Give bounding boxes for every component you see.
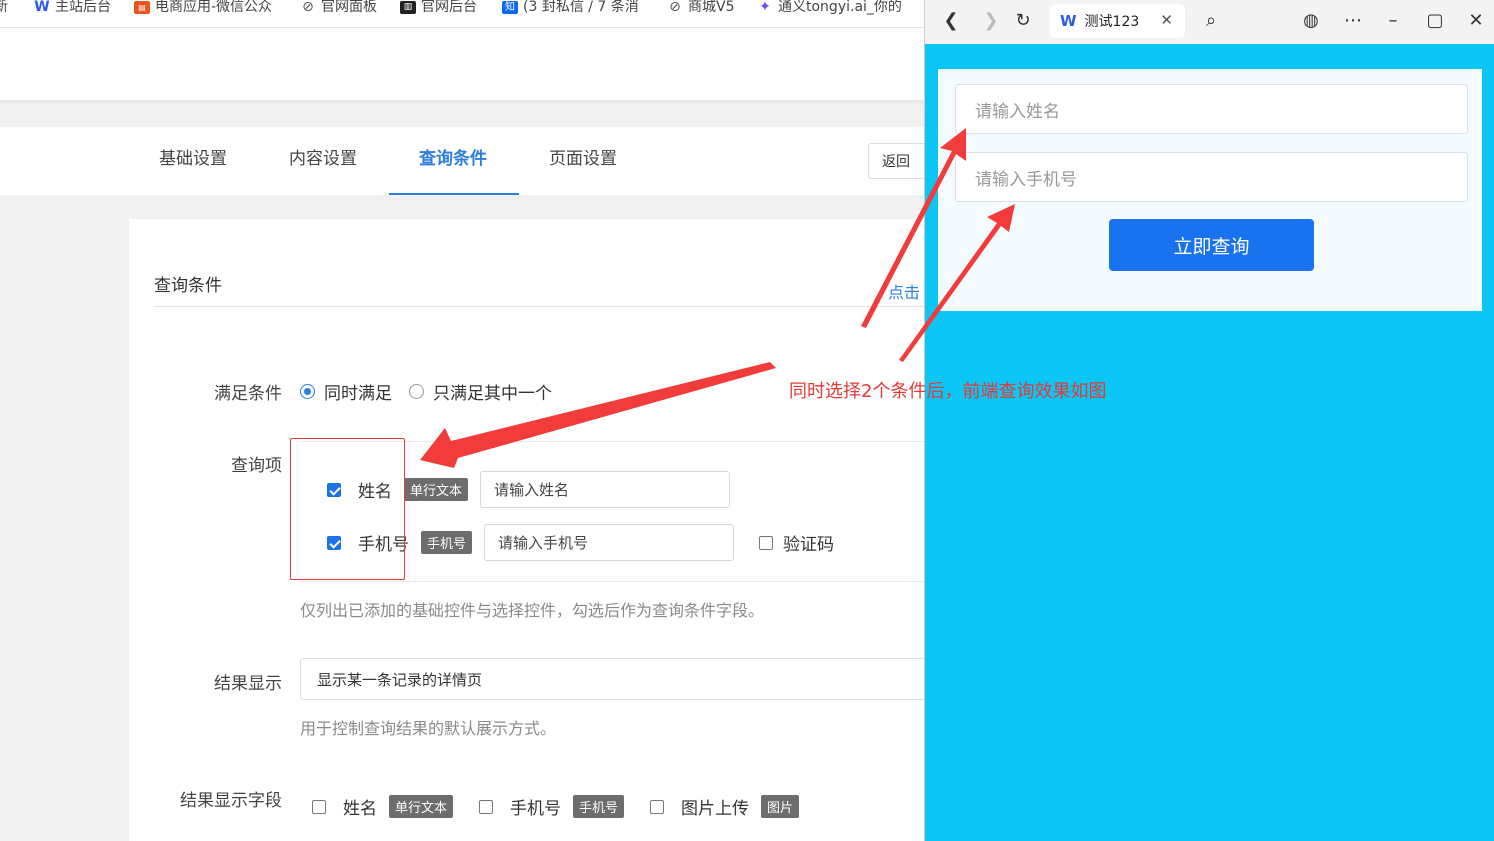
forward-arrow-icon[interactable]: ❯ — [978, 8, 1004, 34]
condition-radio-group: 同时满足 只满足其中一个 — [300, 379, 552, 404]
result-field-name: 姓名 单行文本 — [312, 794, 454, 819]
preview-tab[interactable]: W 测试123 ✕ — [1050, 4, 1185, 38]
result-field-label: 图片上传 — [681, 799, 750, 819]
tongyi-icon: ✦ — [759, 0, 771, 15]
preview-phone-input[interactable]: 请输入手机号 — [955, 152, 1468, 202]
phone-placeholder-input[interactable]: 请输入手机号 — [484, 524, 735, 561]
radio-all[interactable] — [300, 384, 315, 399]
w-logo-icon: W — [1060, 12, 1077, 30]
bookmark-6[interactable]: ⊘ 商城V5 — [667, 0, 734, 14]
search-icon[interactable]: ⌕ — [1198, 8, 1224, 34]
close-window-icon[interactable]: ✕ — [1463, 8, 1489, 34]
back-arrow-icon[interactable]: ❮ — [938, 8, 964, 34]
bookmark-4[interactable]: ▥ 官网后台 — [400, 0, 477, 14]
bookmark-0[interactable]: 新 — [0, 0, 8, 14]
highlight-box — [290, 438, 405, 580]
query-items-label: 查询项 — [231, 456, 282, 476]
settings-tabs: 基础设置 内容设置 查询条件 页面设置 返回 — [0, 127, 928, 195]
close-tab-icon[interactable]: ✕ — [1160, 11, 1173, 29]
tab-content[interactable]: 内容设置 — [289, 144, 357, 169]
result-field-phone: 手机号 手机号 — [479, 794, 625, 819]
result-fields-group: 姓名 单行文本 手机号 手机号 图片上传 图片 — [312, 794, 825, 819]
preview-name-input[interactable]: 请输入姓名 — [955, 84, 1468, 134]
more-icon[interactable]: ⋯ — [1340, 8, 1366, 34]
bookmarks-bar: 新 W 主站后台 ▤ 电商应用-微信公众 ⊘ 官网面板 ▥ 官网后台 知 (3 … — [0, 0, 924, 28]
result-display-select[interactable]: 显示某一条记录的详情页 — [300, 658, 924, 700]
result-fields-label: 结果显示字段 — [180, 791, 282, 811]
field-type-badge: 图片 — [761, 795, 800, 818]
field-type-badge: 手机号 — [573, 795, 625, 818]
result-phone-checkbox[interactable] — [479, 799, 494, 814]
query-submit-button[interactable]: 立即查询 — [1109, 219, 1314, 271]
minimize-icon[interactable]: – — [1380, 8, 1406, 34]
bookmark-5[interactable]: 知 (3 封私信 / 7 条消 — [502, 0, 639, 14]
result-image-checkbox[interactable] — [650, 799, 665, 814]
preview-titlebar: ❮ ❯ ↻ W 测试123 ✕ ⌕ ◍ ⋯ – ▢ ✕ — [925, 0, 1494, 44]
link-icon: ⊘ — [302, 0, 314, 15]
w-logo-icon: W — [34, 0, 50, 15]
field-type-badge: 单行文本 — [389, 795, 454, 818]
dark-logo-icon: ▥ — [400, 0, 416, 14]
preview-window: ❮ ❯ ↻ W 测试123 ✕ ⌕ ◍ ⋯ – ▢ ✕ 请输入姓名 请输入手机号… — [924, 0, 1494, 841]
refresh-icon[interactable]: ↻ — [1010, 8, 1036, 34]
bookmark-2[interactable]: ▤ 电商应用-微信公众 — [134, 0, 272, 14]
section-divider — [154, 306, 924, 307]
tab-query[interactable]: 查询条件 — [419, 144, 487, 169]
tab-basic[interactable]: 基础设置 — [159, 144, 227, 169]
zhihu-icon: 知 — [502, 0, 518, 14]
section-link[interactable]: 点击 — [888, 279, 920, 303]
radio-all-label[interactable]: 同时满足 — [324, 379, 392, 404]
app-header — [0, 28, 924, 100]
result-field-label: 手机号 — [510, 799, 562, 819]
maximize-icon[interactable]: ▢ — [1422, 8, 1448, 34]
result-field-image: 图片上传 图片 — [650, 794, 800, 819]
preview-tab-title: 测试123 — [1084, 14, 1140, 30]
condition-label: 满足条件 — [214, 384, 282, 404]
result-name-checkbox[interactable] — [312, 799, 326, 814]
shop-icon: ▤ — [134, 0, 150, 14]
result-display-label: 结果显示 — [214, 674, 282, 694]
back-button[interactable]: 返回 — [868, 143, 928, 179]
bookmark-3[interactable]: ⊘ 官网面板 — [300, 0, 377, 14]
radio-any-label[interactable]: 只满足其中一个 — [433, 379, 552, 404]
tab-page[interactable]: 页面设置 — [549, 144, 617, 169]
captcha-label: 验证码 — [783, 535, 835, 555]
field-type-badge: 手机号 — [421, 531, 473, 554]
result-field-label: 姓名 — [343, 799, 377, 819]
result-hint: 用于控制查询结果的默认展示方式。 — [300, 719, 557, 738]
radio-any[interactable] — [409, 384, 424, 399]
bookmark-7[interactable]: ✦ 通义tongyi.ai_你的 — [757, 0, 902, 14]
bookmark-1[interactable]: W 主站后台 — [34, 0, 111, 14]
globe-icon[interactable]: ◍ — [1298, 8, 1324, 34]
active-tab-indicator — [389, 193, 519, 195]
link-icon: ⊘ — [669, 0, 681, 15]
query-hint: 仅列出已添加的基础控件与选择控件，勾选后作为查询条件字段。 — [300, 601, 765, 620]
section-title: 查询条件 — [154, 276, 222, 296]
annotation-text: 同时选择2个条件后，前端查询效果如图 — [789, 381, 1107, 402]
name-placeholder-input[interactable]: 请输入姓名 — [480, 471, 731, 508]
preview-query-form: 请输入姓名 请输入手机号 立即查询 — [938, 69, 1482, 311]
captcha-checkbox[interactable] — [759, 535, 774, 550]
field-type-badge: 单行文本 — [404, 478, 469, 501]
query-settings-panel: 查询条件 点击 满足条件 同时满足 只满足其中一个 查询项 姓名 单行文本 请输… — [129, 219, 924, 841]
